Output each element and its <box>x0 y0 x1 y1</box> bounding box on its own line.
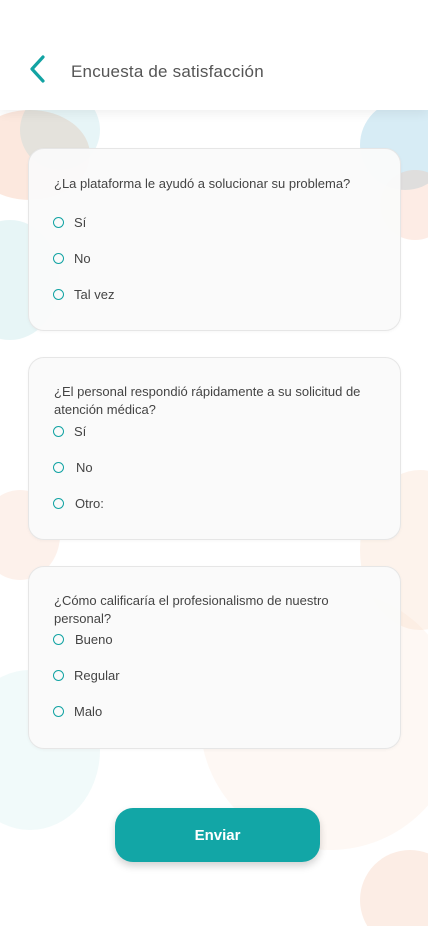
submit-button[interactable]: Enviar <box>115 808 320 862</box>
page-title: Encuesta de satisfacción <box>71 62 264 81</box>
submit-label: Enviar <box>194 826 241 844</box>
back-button[interactable] <box>20 54 54 88</box>
question-card-2: ¿El personal respondió rápidamente a su … <box>28 357 401 540</box>
option-label: No <box>76 459 93 475</box>
radio-button[interactable] <box>53 633 64 645</box>
option-bueno[interactable]: Bueno <box>53 629 113 649</box>
radio-button[interactable] <box>53 669 64 681</box>
question-text: ¿Cómo calificaría el profesionalismo de … <box>54 593 329 626</box>
option-label: Regular <box>74 667 120 683</box>
question-text: ¿La plataforma le ayudó a solucionar su … <box>54 176 351 191</box>
option-label: Tal vez <box>74 286 115 302</box>
chevron-left-icon <box>27 54 47 89</box>
bg-blob-peach <box>360 850 428 926</box>
option-label: Bueno <box>75 631 113 647</box>
option-tal-vez[interactable]: Tal vez <box>53 284 114 304</box>
option-label: No <box>74 250 91 266</box>
radio-button[interactable] <box>53 425 64 437</box>
option-label: Sí <box>74 423 87 439</box>
radio-button[interactable] <box>53 216 64 228</box>
radio-button[interactable] <box>53 497 64 509</box>
option-si[interactable]: Sí <box>53 212 86 232</box>
radio-button[interactable] <box>53 252 64 264</box>
option-label: Malo <box>74 703 103 719</box>
question-card-3: ¿Cómo calificaría el profesionalismo de … <box>28 566 401 749</box>
radio-button[interactable] <box>53 705 64 717</box>
option-no[interactable]: No <box>53 248 91 268</box>
option-regular[interactable]: Regular <box>53 665 120 685</box>
question-text: ¿El personal respondió rápidamente a su … <box>54 384 361 417</box>
option-label: Sí <box>74 214 87 230</box>
option-si[interactable]: Sí <box>53 421 86 441</box>
option-label: Otro: <box>75 495 104 511</box>
option-malo[interactable]: Malo <box>53 701 102 721</box>
radio-button[interactable] <box>53 461 64 473</box>
app-header: Encuesta de satisfacción <box>0 0 428 110</box>
question-card-1: ¿La plataforma le ayudó a solucionar su … <box>28 148 401 331</box>
option-no[interactable]: No <box>53 457 93 477</box>
option-otro[interactable]: Otro: <box>53 493 104 513</box>
radio-button[interactable] <box>53 288 64 300</box>
